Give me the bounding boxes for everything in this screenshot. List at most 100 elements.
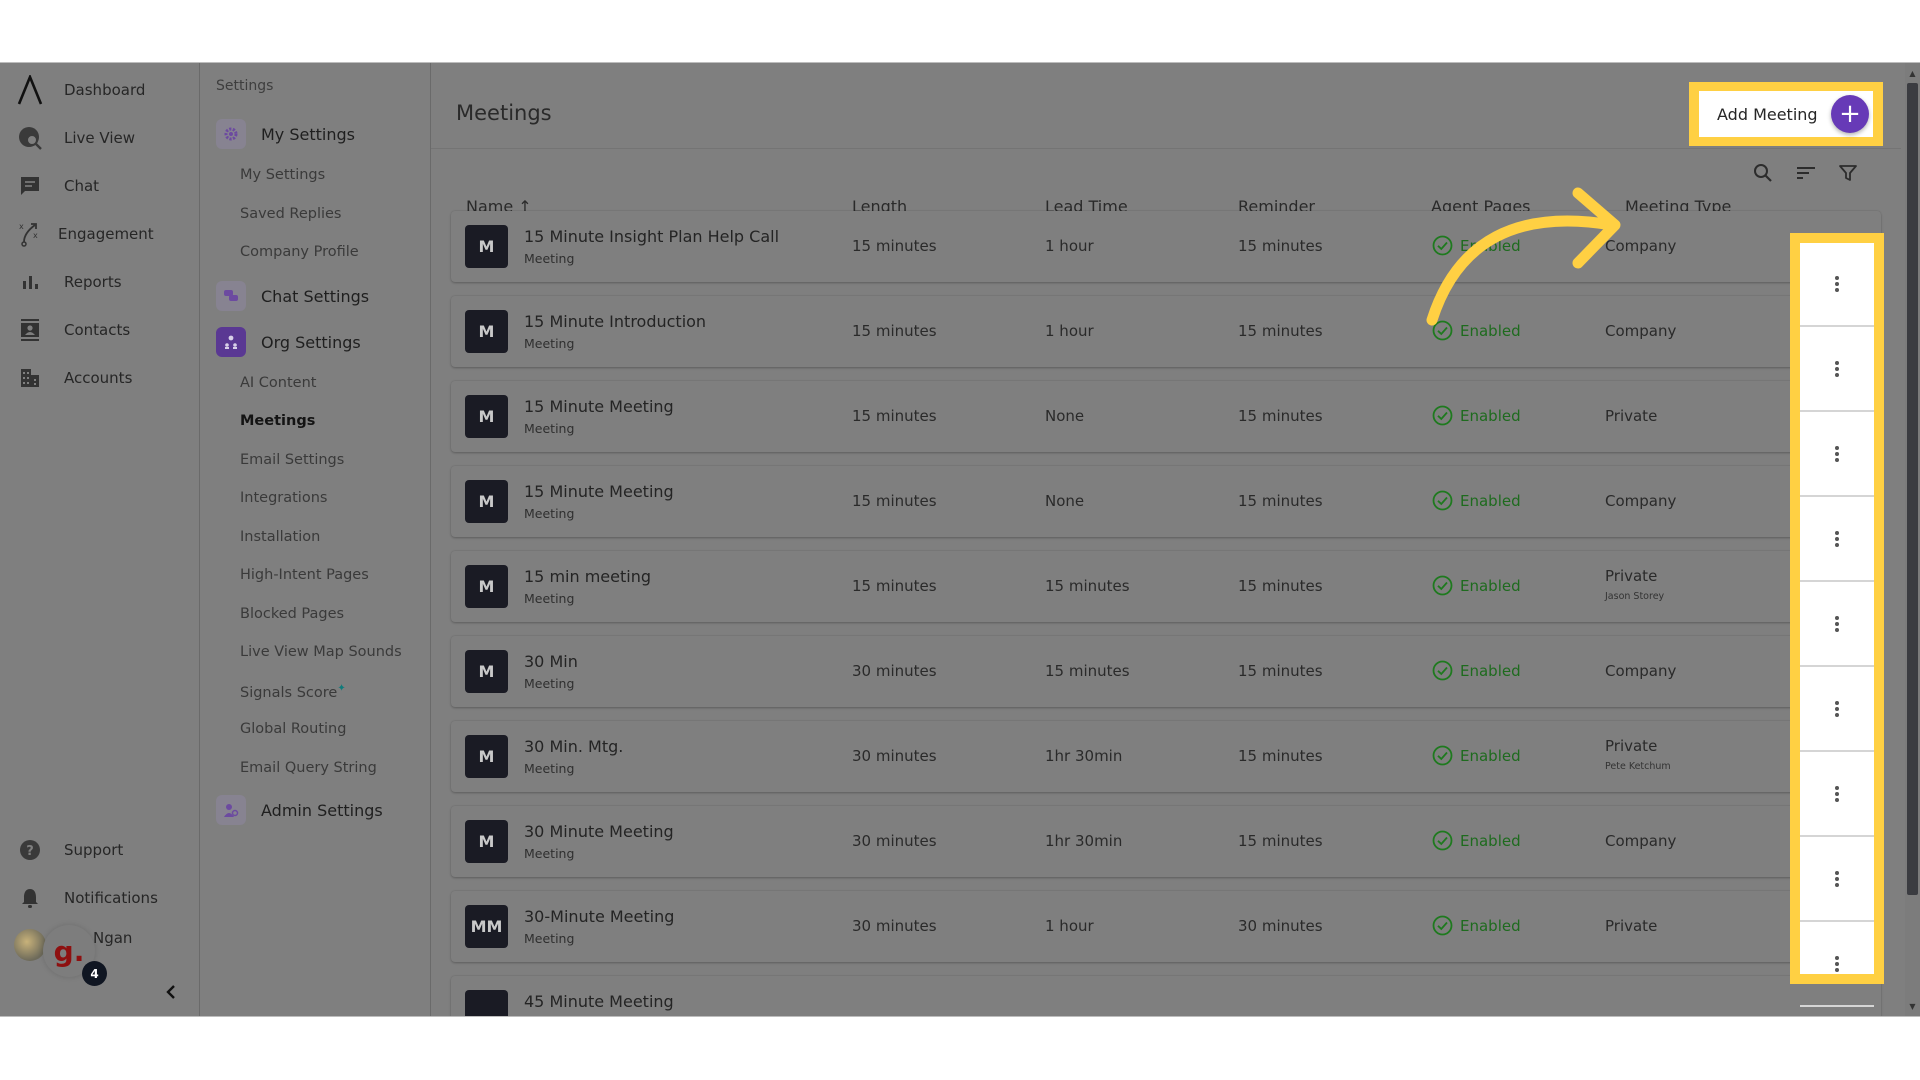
chat-bubbles-icon xyxy=(216,281,246,311)
table-row[interactable]: M 15 Minute Meeting Meeting 15 minutes None 1… xyxy=(451,466,1881,537)
nav-item-chat[interactable]: Chat xyxy=(0,166,200,206)
nav-label: Live View xyxy=(64,129,135,147)
scrollbar-thumb[interactable] xyxy=(1907,83,1918,895)
settings-item-high-intent-pages[interactable]: High-Intent Pages xyxy=(240,567,369,583)
meeting-name[interactable]: 15 Minute Insight Plan Help Call xyxy=(524,227,779,246)
meeting-lead-time: 1hr 30min xyxy=(1045,832,1123,850)
row-actions-button[interactable] xyxy=(1800,243,1874,327)
meeting-name[interactable]: 45 Minute Meeting xyxy=(524,992,674,1011)
settings-item-ai-content[interactable]: AI Content xyxy=(240,375,316,391)
table-row[interactable]: MM 30-Minute Meeting Meeting 30 minutes 1 ho… xyxy=(451,891,1881,962)
nav-item-accounts[interactable]: Accounts xyxy=(0,358,200,398)
row-actions-button[interactable] xyxy=(1800,328,1874,412)
meeting-name[interactable]: 15 Minute Meeting xyxy=(524,397,674,416)
scroll-down-arrow[interactable]: ▼ xyxy=(1907,1000,1918,1012)
settings-item-blocked-pages[interactable]: Blocked Pages xyxy=(240,606,344,622)
meeting-name[interactable]: 30 Minute Meeting xyxy=(524,822,674,841)
meeting-lead-time: 15 minutes xyxy=(1045,577,1130,595)
check-circle-icon xyxy=(1432,745,1453,766)
meeting-lead-time: None xyxy=(1045,407,1085,425)
row-actions-button[interactable] xyxy=(1800,583,1874,667)
settings-sidebar: Settings My Settings My Settings Saved R… xyxy=(200,63,431,1016)
table-row[interactable]: M 15 min meeting Meeting 15 minutes 15 minut… xyxy=(451,551,1881,622)
help-icon: ? xyxy=(16,836,44,864)
meeting-avatar: M xyxy=(465,480,508,523)
row-actions-button[interactable] xyxy=(1800,838,1874,922)
nav-label: Dashboard xyxy=(64,81,146,99)
agent-pages-label: Enabled xyxy=(1460,916,1521,935)
settings-item-my-settings[interactable]: My Settings xyxy=(240,167,325,183)
collapse-sidebar-button[interactable] xyxy=(160,981,182,1003)
table-row[interactable]: M 15 Minute Insight Plan Help Call Meeting… xyxy=(451,211,1881,282)
meeting-lead-time: 1 hour xyxy=(1045,917,1094,935)
row-actions-button[interactable] xyxy=(1800,923,1874,1007)
meeting-length: 15 minutes xyxy=(852,237,937,255)
page-title: Meetings xyxy=(456,101,552,125)
nav-item-engagement[interactable]: xx Engagement xyxy=(0,214,200,254)
settings-item-meetings[interactable]: Meetings xyxy=(240,413,315,429)
table-row[interactable]: M 15 Minute Meeting Meeting 15 minutes None 1… xyxy=(451,381,1881,452)
table-row[interactable]: M 30 Minute Meeting Meeting 30 minutes 1hr 3… xyxy=(451,806,1881,877)
settings-item-installation[interactable]: Installation xyxy=(240,529,320,545)
sort-button[interactable] xyxy=(1791,158,1821,188)
agent-pages-status: Enabled xyxy=(1432,320,1521,341)
filter-icon xyxy=(1839,165,1857,181)
row-actions-button[interactable] xyxy=(1800,668,1874,752)
search-button[interactable] xyxy=(1748,158,1778,188)
row-actions-button[interactable] xyxy=(1800,413,1874,497)
primary-nav: Dashboard Live View Chat xx Engagement R… xyxy=(0,63,200,1016)
user-name: Ngan xyxy=(93,929,133,947)
meeting-name[interactable]: 30 Min. Mtg. xyxy=(524,737,623,756)
settings-group-my-settings[interactable]: My Settings xyxy=(216,119,355,149)
meeting-lead-time: 1 hour xyxy=(1045,322,1094,340)
meeting-kind: Meeting xyxy=(524,676,575,691)
nav-item-notifications[interactable]: Notifications xyxy=(0,878,200,918)
table-row[interactable]: M 15 Minute Introduction Meeting 15 minutes… xyxy=(451,296,1881,367)
nav-item-dashboard[interactable]: Dashboard xyxy=(0,70,200,110)
settings-group-admin-settings[interactable]: Admin Settings xyxy=(216,795,383,825)
settings-item-email-settings[interactable]: Email Settings xyxy=(240,452,344,468)
nav-item-reports[interactable]: Reports xyxy=(0,262,200,302)
chevron-left-icon xyxy=(166,985,175,999)
check-circle-icon xyxy=(1432,915,1453,936)
settings-group-chat-settings[interactable]: Chat Settings xyxy=(216,281,369,311)
chat-icon xyxy=(16,172,44,200)
table-row[interactable]: M 30 Min. Mtg. Meeting 30 minutes 1hr 30min 1… xyxy=(451,721,1881,792)
more-vertical-icon xyxy=(1835,446,1839,462)
meeting-lead-time: 1 hour xyxy=(1045,237,1094,255)
check-circle-icon xyxy=(1432,660,1453,681)
sort-icon xyxy=(1797,167,1815,179)
nav-item-contacts[interactable]: Contacts xyxy=(0,310,200,350)
nav-item-live-view[interactable]: Live View xyxy=(0,118,200,158)
meeting-type: Private xyxy=(1605,407,1658,425)
user-avatar[interactable] xyxy=(14,929,46,961)
row-actions-button[interactable] xyxy=(1800,498,1874,582)
settings-item-integrations[interactable]: Integrations xyxy=(240,490,327,506)
top-white-margin xyxy=(0,0,1920,63)
contacts-icon xyxy=(16,316,44,344)
meeting-name[interactable]: 15 Minute Meeting xyxy=(524,482,674,501)
add-meeting-button[interactable]: Add Meeting + xyxy=(1699,91,1873,137)
agent-pages-status: Enabled xyxy=(1432,490,1521,511)
settings-item-saved-replies[interactable]: Saved Replies xyxy=(240,206,342,222)
search-icon xyxy=(1754,164,1772,182)
settings-item-email-query-string[interactable]: Email Query String xyxy=(240,760,377,776)
nav-item-support[interactable]: ? Support xyxy=(0,830,200,870)
table-row[interactable]: M 30 Min Meeting 30 minutes 15 minutes 15 min… xyxy=(451,636,1881,707)
settings-item-signals-score[interactable]: Signals Score✦ xyxy=(240,683,346,701)
settings-group-label: Chat Settings xyxy=(261,286,370,306)
meeting-reminder: 15 minutes xyxy=(1238,322,1323,340)
settings-item-company-profile[interactable]: Company Profile xyxy=(240,244,359,260)
settings-item-global-routing[interactable]: Global Routing xyxy=(240,721,346,737)
meeting-name[interactable]: 15 Minute Introduction xyxy=(524,312,706,331)
company-logo-letter: g. xyxy=(53,934,85,968)
filter-button[interactable] xyxy=(1833,158,1863,188)
settings-group-org-settings[interactable]: Org Settings xyxy=(216,327,361,357)
meeting-name[interactable]: 15 min meeting xyxy=(524,567,651,586)
row-actions-button[interactable] xyxy=(1800,753,1874,837)
engagement-icon: xx xyxy=(16,220,44,248)
settings-item-live-view-map-sounds[interactable]: Live View Map Sounds xyxy=(240,644,402,660)
meeting-name[interactable]: 30 Min xyxy=(524,652,578,671)
meeting-name[interactable]: 30-Minute Meeting xyxy=(524,907,674,926)
scroll-up-arrow[interactable]: ▲ xyxy=(1907,67,1918,79)
